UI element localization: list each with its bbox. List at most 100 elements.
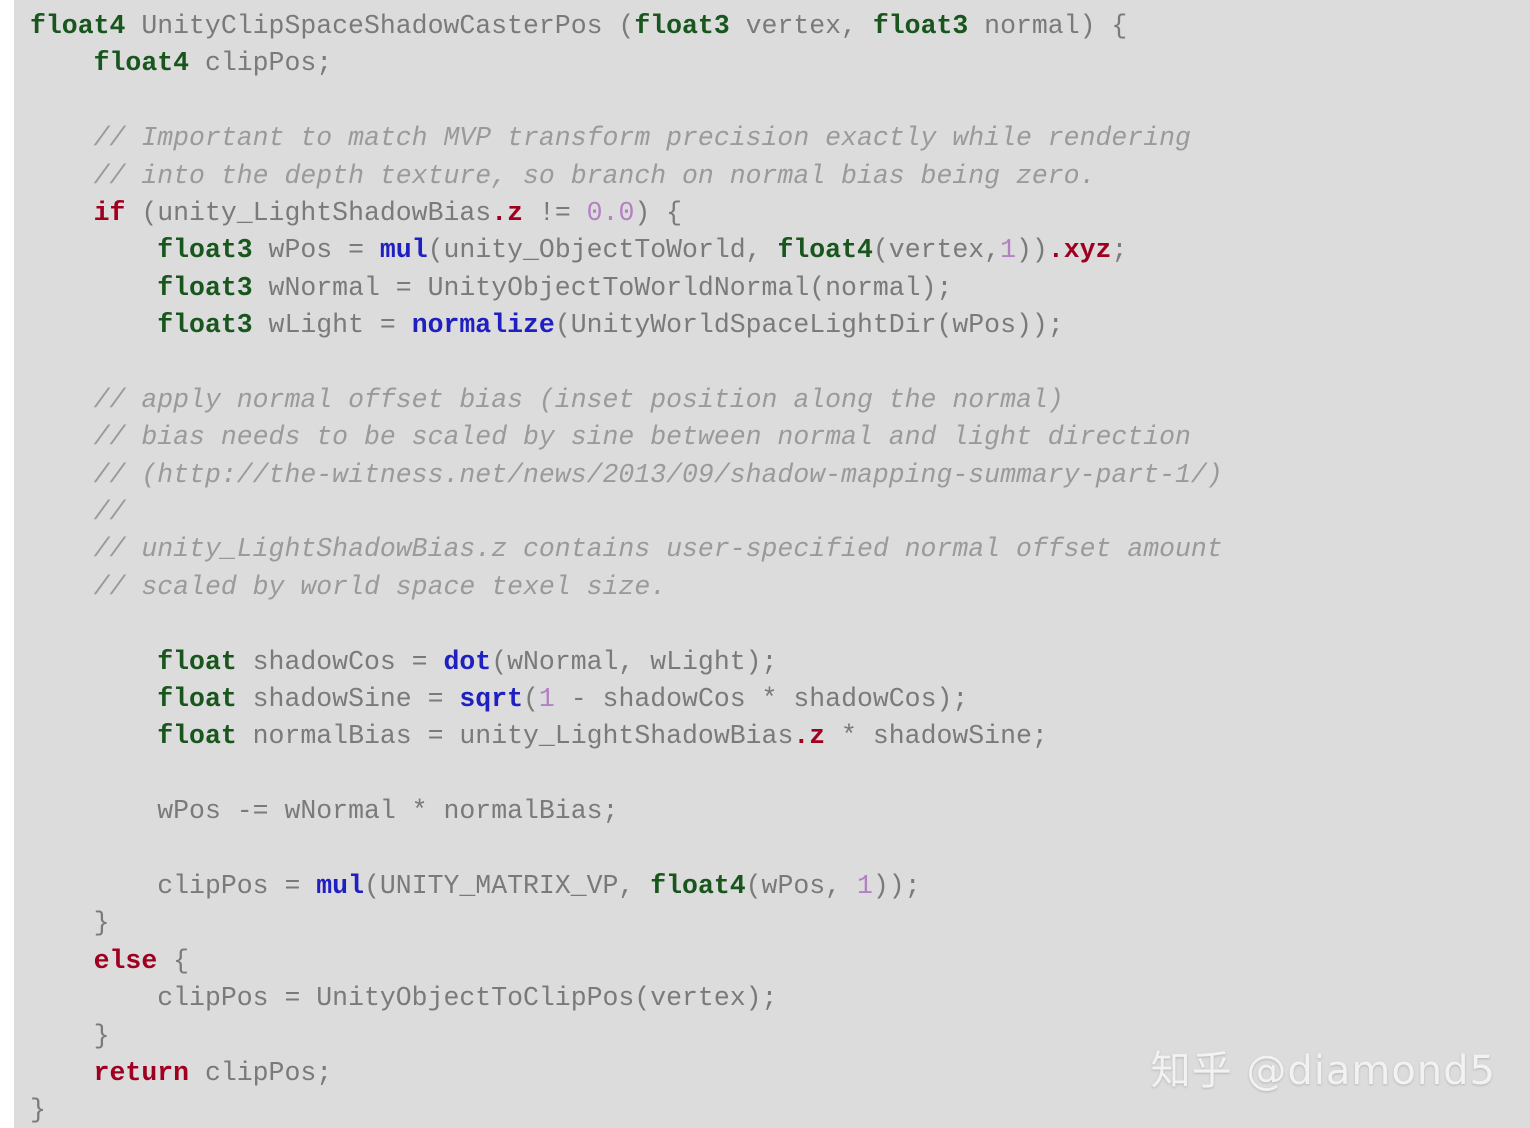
token-type-float3: float3 — [157, 310, 253, 341]
token-type-float3: float3 — [872, 11, 969, 41]
token-var-normalbias: normalBias = unity_LightShadowBias — [236, 721, 794, 752]
token-swizzle-z: .z — [793, 721, 826, 752]
token-type-float4: float4 — [777, 235, 873, 266]
token-brace-close: } — [93, 1020, 110, 1051]
token-comment: // into the depth texture, so branch on … — [93, 160, 1096, 191]
token-param-vertex: vertex, — [729, 11, 873, 41]
token-var-lightshadowbias: (unity_LightShadowBias — [125, 197, 492, 228]
token-function-name: UnityClipSpaceShadowCasterPos ( — [125, 11, 635, 41]
token-builtin-sqrt: sqrt — [459, 684, 524, 715]
watermark-zhihu-diamond5: 知乎 @diamond5 — [1150, 1048, 1496, 1094]
code-line-8: float3 wNormal = UnityObjectToWorldNorma… — [30, 270, 1530, 307]
token-decl-clippos: clipPos; — [189, 48, 333, 79]
code-listing: float4 UnityClipSpaceShadowCasterPos (fl… — [30, 8, 1530, 1128]
code-line-25: } — [30, 905, 1530, 942]
token-arg-lightdir: (UnityWorldSpaceLightDir(wPos)); — [554, 310, 1064, 341]
code-line-16: // scaled by world space texel size. — [30, 569, 1530, 606]
token-keyword-if: if — [93, 197, 126, 228]
code-line-11: // apply normal offset bias (inset posit… — [30, 382, 1530, 419]
code-line-5: // into the depth texture, so branch on … — [30, 158, 1530, 195]
token-brace-open: ) { — [634, 197, 683, 228]
token-var-wpos: wPos = — [252, 235, 380, 266]
code-line-20: float normalBias = unity_LightShadowBias… — [30, 718, 1530, 755]
code-screenshot-surface: float4 UnityClipSpaceShadowCasterPos (fl… — [0, 0, 1530, 1128]
code-line-4: // Important to match MVP transform prec… — [30, 120, 1530, 157]
token-number: 0.0 — [586, 197, 635, 228]
code-line-19: float shadowSine = sqrt(1 - shadowCos * … — [30, 681, 1530, 718]
token-stmt-wnormal: wNormal = UnityObjectToWorldNormal(norma… — [252, 272, 953, 303]
token-number: 1 — [1000, 235, 1017, 266]
token-stmt-objecttoclippos: clipPos = UnityObjectToClipPos(vertex); — [157, 983, 778, 1014]
code-line-22: wPos -= wNormal * normalBias; — [30, 793, 1530, 830]
token-paren-open: ( — [523, 684, 539, 715]
token-operator-noteq: != — [523, 197, 587, 228]
token-args-dot: (wNormal, wLight); — [491, 646, 778, 677]
token-arg-vertex: (vertex, — [872, 235, 1001, 266]
token-type-float3: float3 — [157, 272, 253, 303]
token-builtin-dot: dot — [443, 646, 492, 677]
token-number: 1 — [856, 870, 873, 901]
code-line-6: if (unity_LightShadowBias.z != 0.0) { — [30, 195, 1530, 232]
token-comment: // scaled by world space texel size. — [93, 571, 667, 602]
token-expr-shadowcos: - shadowCos * shadowCos); — [554, 684, 969, 715]
token-type-float: float — [157, 721, 237, 752]
token-semicolon: ; — [1111, 235, 1128, 266]
code-line-30: } — [30, 1092, 1530, 1128]
token-keyword-else: else — [93, 945, 158, 976]
token-var-wlight: wLight = — [252, 310, 412, 341]
token-comment: // Important to match MVP transform prec… — [93, 123, 1191, 154]
token-expr-shadowsine: * shadowSine; — [825, 721, 1048, 752]
code-line-27: clipPos = UnityObjectToClipPos(vertex); — [30, 980, 1530, 1017]
token-builtin-mul: mul — [316, 870, 364, 901]
token-swizzle-z: .z — [491, 197, 524, 228]
token-type-float4: float4 — [30, 11, 126, 41]
token-comment: // bias needs to be scaled by sine betwe… — [93, 422, 1191, 453]
token-parens-close: )); — [872, 870, 921, 901]
token-comment: // unity_LightShadowBias.z contains user… — [93, 534, 1223, 565]
code-line-2: float4 clipPos; — [30, 45, 1530, 82]
token-type-float: float — [157, 646, 237, 677]
token-var-shadowcos: shadowCos = — [236, 646, 444, 677]
code-line-15: // unity_LightShadowBias.z contains user… — [30, 531, 1530, 568]
token-stmt-wpos-minus: wPos -= wNormal * normalBias; — [157, 796, 619, 827]
code-line-18: float shadowCos = dot(wNormal, wLight); — [30, 644, 1530, 681]
token-arg-matrixvp: (UNITY_MATRIX_VP, — [363, 870, 651, 901]
token-builtin-mul: mul — [379, 235, 428, 266]
token-swizzle-xyz: .xyz — [1047, 235, 1112, 266]
code-line-26: else { — [30, 943, 1530, 980]
code-line-7: float3 wPos = mul(unity_ObjectToWorld, f… — [30, 232, 1530, 269]
token-var-shadowsine: shadowSine = — [236, 684, 460, 715]
token-type-float4: float4 — [650, 870, 746, 901]
token-comment: // apply normal offset bias (inset posit… — [93, 384, 1064, 415]
token-var-clippos: clipPos = — [157, 870, 317, 901]
token-type-float: float — [157, 684, 237, 715]
token-var-clippos: clipPos; — [189, 1057, 333, 1088]
code-line-1: float4 UnityClipSpaceShadowCasterPos (fl… — [30, 8, 1530, 45]
code-line-14: // — [30, 494, 1530, 531]
token-type-float3: float3 — [634, 11, 730, 41]
token-arg-objecttoworld: (unity_ObjectToWorld, — [427, 235, 778, 266]
token-comment-url: // (http://the-witness.net/news/2013/09/… — [93, 459, 1223, 490]
